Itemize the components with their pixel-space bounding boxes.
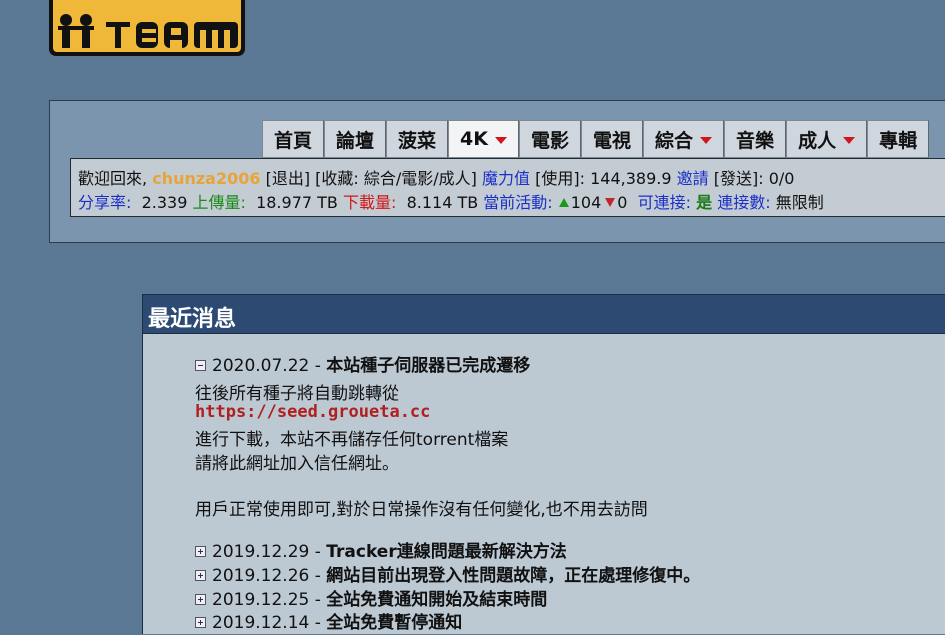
news-item-title[interactable]: Tracker連線問題最新解決方法 bbox=[326, 542, 566, 562]
tab-albums[interactable]: 專輯 bbox=[867, 120, 930, 158]
bonus-link[interactable]: 魔力值 bbox=[482, 169, 530, 188]
upload-value: 18.977 TB bbox=[256, 193, 338, 212]
seeding-count[interactable]: 104 bbox=[571, 193, 602, 212]
news-item[interactable]: 2020.07.22 - 本站種子伺服器已完成遷移 bbox=[195, 355, 530, 378]
news-item-title[interactable]: 全站免費暫停通知 bbox=[326, 613, 462, 633]
tab-4k[interactable]: 4K bbox=[448, 120, 519, 158]
news-date: 2019.12.26 bbox=[212, 566, 310, 586]
welcome-text: 歡迎回來, bbox=[78, 169, 153, 188]
invite-link[interactable]: 邀請 bbox=[677, 169, 709, 188]
news-date: 2019.12.14 bbox=[212, 613, 310, 633]
arrow-down-icon bbox=[605, 198, 616, 207]
dropdown-arrow-icon bbox=[843, 136, 856, 144]
download-value: 8.114 TB bbox=[406, 193, 479, 212]
username-link[interactable]: chunza2006 bbox=[152, 169, 260, 188]
panel-divider bbox=[50, 242, 945, 243]
connectable-value: 是 bbox=[696, 193, 713, 212]
news-date: 2019.12.25 bbox=[212, 590, 310, 610]
news-sep: - bbox=[309, 356, 327, 376]
user-info-line-1: 歡迎回來, chunza2006 [退出] [收藏: 綜合/電影/成人] 魔力值… bbox=[78, 167, 945, 191]
ratio-label: 分享率: bbox=[78, 193, 132, 212]
tab-music[interactable]: 音樂 bbox=[724, 120, 787, 158]
news-item[interactable]: 2019.12.26 - 網站目前出現登入性問題故障，正在處理修復中。 bbox=[195, 565, 700, 588]
news-body-line: 請將此網址加入信任網址。 bbox=[195, 454, 399, 474]
news-sep: - bbox=[309, 613, 327, 633]
tab-betting[interactable]: 菠菜 bbox=[386, 120, 449, 158]
dropdown-arrow-icon bbox=[495, 136, 507, 144]
upload-label: 上傳量: bbox=[192, 193, 246, 212]
expand-icon[interactable] bbox=[195, 617, 206, 628]
news-body-line: 往後所有種子將自動跳轉從 bbox=[195, 384, 399, 404]
news-body-link[interactable]: https://seed.groueta.cc bbox=[195, 402, 430, 422]
tab-misc[interactable]: 綜合 bbox=[643, 120, 725, 158]
download-label: 下載量: bbox=[342, 193, 397, 212]
news-date: 2019.12.29 bbox=[212, 542, 310, 562]
arrow-up-icon bbox=[558, 198, 569, 207]
expand-icon[interactable] bbox=[195, 594, 206, 605]
news-sep: - bbox=[309, 566, 327, 586]
tab-home[interactable]: 首頁 bbox=[262, 120, 325, 158]
news-item-title[interactable]: 全站免費通知開始及結束時間 bbox=[326, 590, 547, 610]
expand-icon[interactable] bbox=[195, 570, 206, 581]
news-body-line: 進行下載，本站不再儲存任何torrent檔案 bbox=[195, 430, 509, 450]
news-item-title[interactable]: 網站目前出現登入性問題故障，正在處理修復中。 bbox=[326, 566, 700, 586]
connectable-label: 可連接: bbox=[637, 193, 692, 212]
news-body-line: 用戶正常使用即可,對於日常操作沒有任何變化,也不用去訪問 bbox=[195, 500, 648, 520]
user-info-box: 歡迎回來, chunza2006 [退出] [收藏: 綜合/電影/成人] 魔力值… bbox=[70, 158, 945, 217]
connections-value: 無限制 bbox=[775, 193, 824, 212]
news-item[interactable]: 2019.12.25 - 全站免費通知開始及結束時間 bbox=[195, 589, 547, 612]
expand-icon[interactable] bbox=[195, 546, 206, 557]
news-item-title[interactable]: 本站種子伺服器已完成遷移 bbox=[326, 356, 530, 376]
news-sep: - bbox=[309, 590, 327, 610]
ratio-value: 2.339 bbox=[141, 193, 188, 212]
tab-adult[interactable]: 成人 bbox=[786, 120, 868, 158]
user-info-line-2: 分享率: 2.339 上傳量: 18.977 TB 下載量: 8.114 TB … bbox=[78, 191, 945, 215]
invite-send-link[interactable]: [發送]: 0/0 bbox=[714, 169, 795, 188]
news-sep: - bbox=[309, 542, 327, 562]
logout-link[interactable]: [退出] bbox=[266, 169, 311, 188]
news-item[interactable]: 2019.12.29 - Tracker連線問題最新解決方法 bbox=[195, 541, 567, 564]
tab-forum[interactable]: 論壇 bbox=[324, 120, 387, 158]
news-date: 2020.07.22 bbox=[212, 356, 310, 376]
news-title: 最近消息 bbox=[148, 307, 237, 332]
bonus-use-link[interactable]: [使用]: 144,389.9 bbox=[535, 169, 671, 188]
tab-movies[interactable]: 電影 bbox=[519, 120, 582, 158]
collapse-icon[interactable] bbox=[195, 360, 206, 371]
favorites-link[interactable]: [收藏: 綜合/電影/成人] bbox=[315, 169, 477, 188]
tab-tv[interactable]: 電視 bbox=[581, 120, 644, 158]
dropdown-arrow-icon bbox=[700, 136, 713, 144]
leeching-count[interactable]: 0 bbox=[617, 193, 627, 212]
activity-label: 當前活動: bbox=[483, 193, 553, 212]
connections-label: 連接數: bbox=[717, 193, 771, 212]
news-header: 最近消息 bbox=[142, 294, 945, 334]
site-logo[interactable] bbox=[48, 0, 246, 58]
main-nav: 首頁 論壇 菠菜 4K 電影 電視 綜合 音樂 成人 專輯 bbox=[262, 120, 930, 158]
